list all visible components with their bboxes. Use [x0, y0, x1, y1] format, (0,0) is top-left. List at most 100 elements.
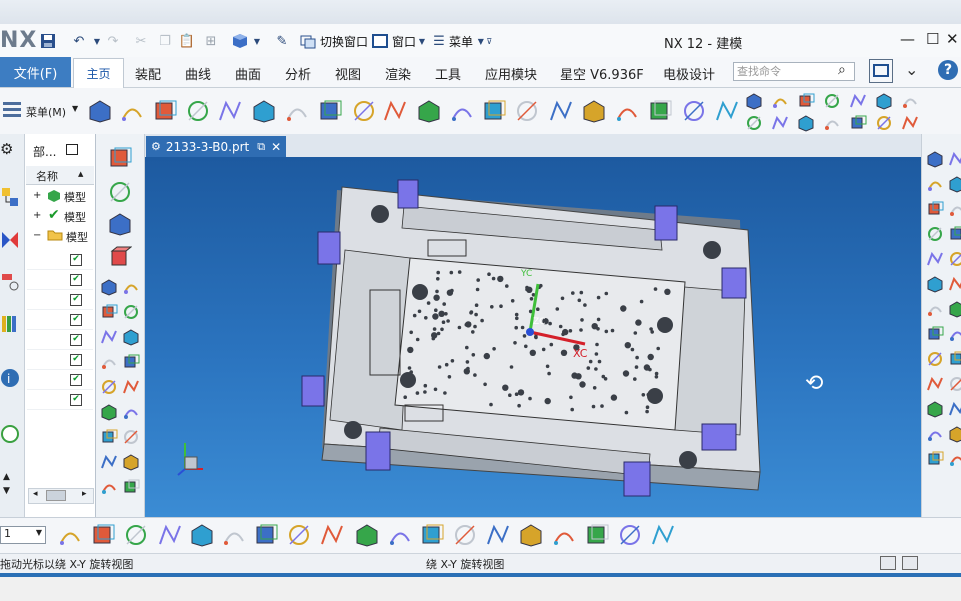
model-cube-icon[interactable] — [230, 31, 250, 51]
view-tool-icon[interactable] — [190, 523, 214, 550]
tab-assembly[interactable]: 装配 — [135, 64, 161, 83]
table-row[interactable] — [27, 390, 93, 410]
file-menu[interactable]: 文件(F) — [0, 57, 71, 87]
selection-filter-icon[interactable] — [926, 200, 944, 221]
table-row[interactable] — [27, 330, 93, 350]
column-name-label[interactable]: 名称 — [36, 168, 58, 184]
view-tool-icon[interactable] — [486, 523, 510, 550]
ribbon-small-tool-icon[interactable] — [771, 92, 789, 113]
tree-item-label[interactable]: 模型 — [64, 209, 86, 225]
ribbon-tool-icon[interactable] — [682, 99, 706, 126]
undo-icon[interactable]: ↶ — [68, 31, 90, 51]
tree-item-label[interactable]: 模型 — [66, 229, 88, 245]
menu-button[interactable]: 菜单 — [449, 33, 473, 50]
ribbon-small-tool-icon[interactable] — [797, 92, 815, 113]
ribbon-tool-icon[interactable] — [383, 99, 407, 126]
feature-tool-icon[interactable] — [100, 353, 118, 374]
view-tool-icon[interactable] — [453, 523, 477, 550]
ribbon-tool-icon[interactable] — [549, 99, 573, 126]
save-icon[interactable] — [38, 31, 58, 51]
feature-tool-icon[interactable] — [122, 353, 140, 374]
view-tool-icon[interactable] — [585, 523, 609, 550]
view-tool-icon[interactable] — [420, 523, 444, 550]
ribbon-small-tool-icon[interactable] — [745, 114, 763, 135]
selection-filter-icon[interactable] — [926, 450, 944, 471]
tab-surface[interactable]: 曲面 — [235, 64, 261, 83]
ribbon-small-tool-icon[interactable] — [823, 92, 841, 113]
fullscreen-icon[interactable] — [869, 59, 893, 83]
view-tool-icon[interactable] — [320, 523, 344, 550]
view-tool-icon[interactable] — [519, 523, 543, 550]
ribbon-small-tool-icon[interactable] — [901, 92, 919, 113]
ribbon-small-tool-icon[interactable] — [797, 114, 815, 135]
feature-tool-icon[interactable] — [100, 278, 118, 299]
table-row[interactable] — [27, 270, 93, 290]
history-icon[interactable] — [0, 422, 20, 449]
cut-icon[interactable]: ✂ — [132, 31, 150, 51]
tab-home[interactable]: 主页 — [73, 58, 124, 88]
feature-tool-icon[interactable] — [100, 478, 118, 499]
close-button[interactable]: ✕ — [946, 30, 959, 48]
selection-filter-icon[interactable] — [948, 300, 961, 321]
ribbon-options-icon[interactable]: ⌄ — [905, 60, 918, 79]
selection-filter-icon[interactable] — [948, 150, 961, 171]
feature-tool-icon[interactable] — [122, 378, 140, 399]
selection-filter-icon[interactable] — [948, 375, 961, 396]
tab-xingkong[interactable]: 星空 V6.936F — [560, 64, 644, 83]
ribbon-tool-icon[interactable] — [515, 99, 539, 126]
tab-analysis[interactable]: 分析 — [285, 64, 311, 83]
feature-tool-icon[interactable] — [100, 403, 118, 424]
ribbon-small-tool-icon[interactable] — [823, 114, 841, 135]
extrude-icon[interactable] — [108, 180, 132, 207]
part-navigator-icon[interactable] — [0, 270, 20, 295]
ribbon-tool-icon[interactable] — [186, 99, 210, 126]
ribbon-tool-icon[interactable] — [252, 99, 276, 126]
ribbon-tool-icon[interactable] — [318, 99, 342, 126]
visibility-checkbox[interactable]: ✔ — [70, 254, 82, 266]
resource-bar-scroll-down-icon[interactable]: ▼ — [3, 486, 10, 496]
selection-filter-icon[interactable] — [926, 275, 944, 296]
ribbon-tool-icon[interactable] — [352, 99, 376, 126]
tab-view[interactable]: 视图 — [335, 64, 361, 83]
selection-filter-icon[interactable] — [948, 400, 961, 421]
ribbon-small-tool-icon[interactable] — [849, 92, 867, 113]
ribbon-tool-icon[interactable] — [648, 99, 672, 126]
layer-selector[interactable]: 1 ▼ — [0, 526, 46, 544]
selection-filter-icon[interactable] — [926, 400, 944, 421]
ribbon-tool-icon[interactable] — [582, 99, 606, 126]
help-icon[interactable]: ? — [938, 60, 958, 80]
table-row[interactable] — [27, 370, 93, 390]
ribbon-tool-icon[interactable] — [153, 99, 177, 126]
selection-filter-icon[interactable] — [948, 225, 961, 246]
view-tool-icon[interactable] — [618, 523, 642, 550]
selection-filter-icon[interactable] — [948, 450, 961, 471]
table-row[interactable] — [27, 290, 93, 310]
ribbon-menu-dropdown-icon[interactable]: ▼ — [72, 104, 78, 113]
copy-icon[interactable]: ❐ — [156, 31, 174, 51]
selection-filter-icon[interactable] — [926, 325, 944, 346]
ribbon-tool-icon[interactable] — [615, 99, 639, 126]
ribbon-small-tool-icon[interactable] — [849, 114, 867, 135]
tab-curve[interactable]: 曲线 — [185, 64, 211, 83]
tab-applications[interactable]: 应用模块 — [485, 64, 537, 83]
view-tool-icon[interactable] — [254, 523, 278, 550]
ribbon-small-tool-icon[interactable] — [875, 92, 893, 113]
tab-tools[interactable]: 工具 — [435, 64, 461, 83]
switch-window-button[interactable]: 切换窗口 — [320, 33, 368, 50]
ribbon-tool-icon[interactable] — [417, 99, 441, 126]
ribbon-small-tool-icon[interactable] — [901, 114, 919, 135]
table-row[interactable] — [27, 250, 93, 270]
selection-filter-icon[interactable] — [926, 425, 944, 446]
visibility-checkbox[interactable]: ✔ — [70, 334, 82, 346]
minimize-button[interactable]: — — [900, 30, 915, 48]
status-clear-icon[interactable] — [880, 556, 896, 570]
tree-collapse-icon[interactable]: − — [33, 230, 41, 241]
feature-tool-icon[interactable] — [122, 428, 140, 449]
switch-window-icon[interactable] — [298, 31, 318, 51]
tree-expand-icon[interactable]: + — [33, 190, 41, 201]
selection-filter-icon[interactable] — [926, 375, 944, 396]
feature-tool-icon[interactable] — [100, 378, 118, 399]
selection-filter-icon[interactable] — [926, 250, 944, 271]
window-icon[interactable] — [370, 31, 390, 51]
selection-filter-icon[interactable] — [948, 325, 961, 346]
